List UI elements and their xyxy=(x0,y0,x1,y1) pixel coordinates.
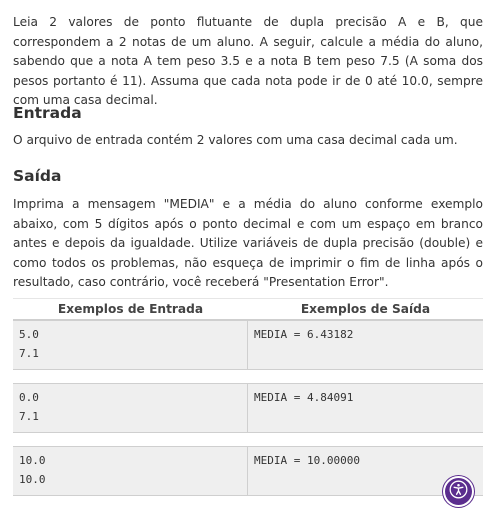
example-row: 10.0 10.0 MEDIA = 10.00000 xyxy=(13,446,483,496)
example-row: 0.0 7.1 MEDIA = 4.84091 xyxy=(13,383,483,433)
examples-table: Exemplos de Entrada Exemplos de Saída 5.… xyxy=(13,298,483,496)
accessibility-button[interactable] xyxy=(445,478,472,505)
example-input: 5.0 7.1 xyxy=(13,321,248,369)
example-output: MEDIA = 6.43182 xyxy=(254,328,354,341)
example-row: 5.0 7.1 MEDIA = 6.43182 xyxy=(13,320,483,370)
output-section-text: Imprima a mensagem "MEDIA" e a média do … xyxy=(13,197,483,289)
example-output: MEDIA = 4.84091 xyxy=(254,391,354,404)
output-section-title: Saída xyxy=(13,167,62,185)
input-section-text: O arquivo de entrada contém 2 valores co… xyxy=(13,133,458,147)
accessibility-icon xyxy=(449,480,468,503)
problem-description: Leia 2 valores de ponto flutuante de dup… xyxy=(13,15,483,107)
examples-header: Exemplos de Entrada Exemplos de Saída xyxy=(13,298,483,320)
examples-output-header: Exemplos de Saída xyxy=(300,302,431,316)
example-input: 10.0 10.0 xyxy=(13,447,248,495)
input-section-title: Entrada xyxy=(13,104,82,122)
examples-input-header: Exemplos de Entrada xyxy=(57,302,204,316)
example-input: 0.0 7.1 xyxy=(13,384,248,432)
